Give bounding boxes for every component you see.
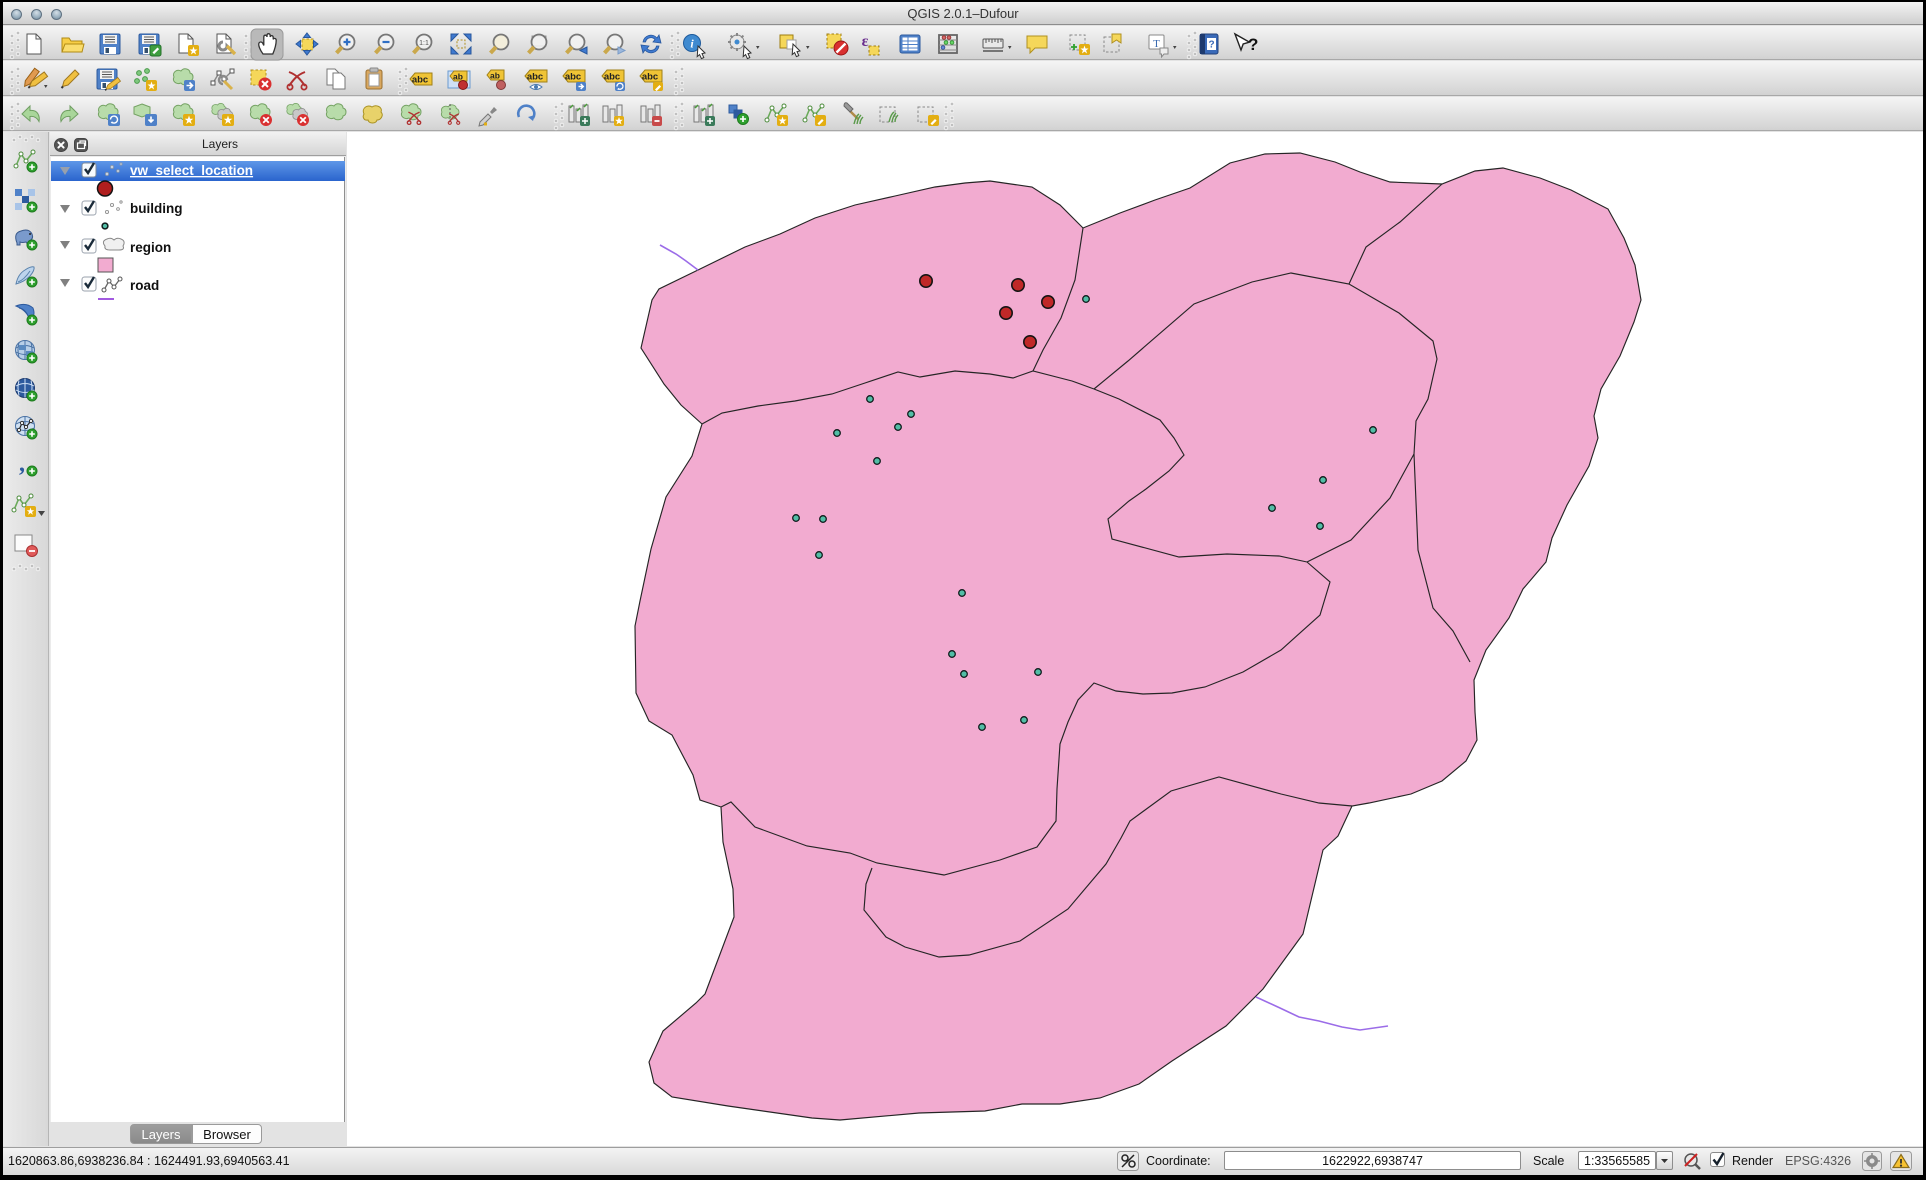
svg-text:,: , bbox=[19, 451, 25, 477]
svg-text:road: road bbox=[130, 278, 159, 293]
svg-text:region: region bbox=[130, 240, 171, 255]
svg-text:vw_select_location: vw_select_location bbox=[130, 163, 253, 178]
svg-text:building: building bbox=[130, 201, 182, 216]
